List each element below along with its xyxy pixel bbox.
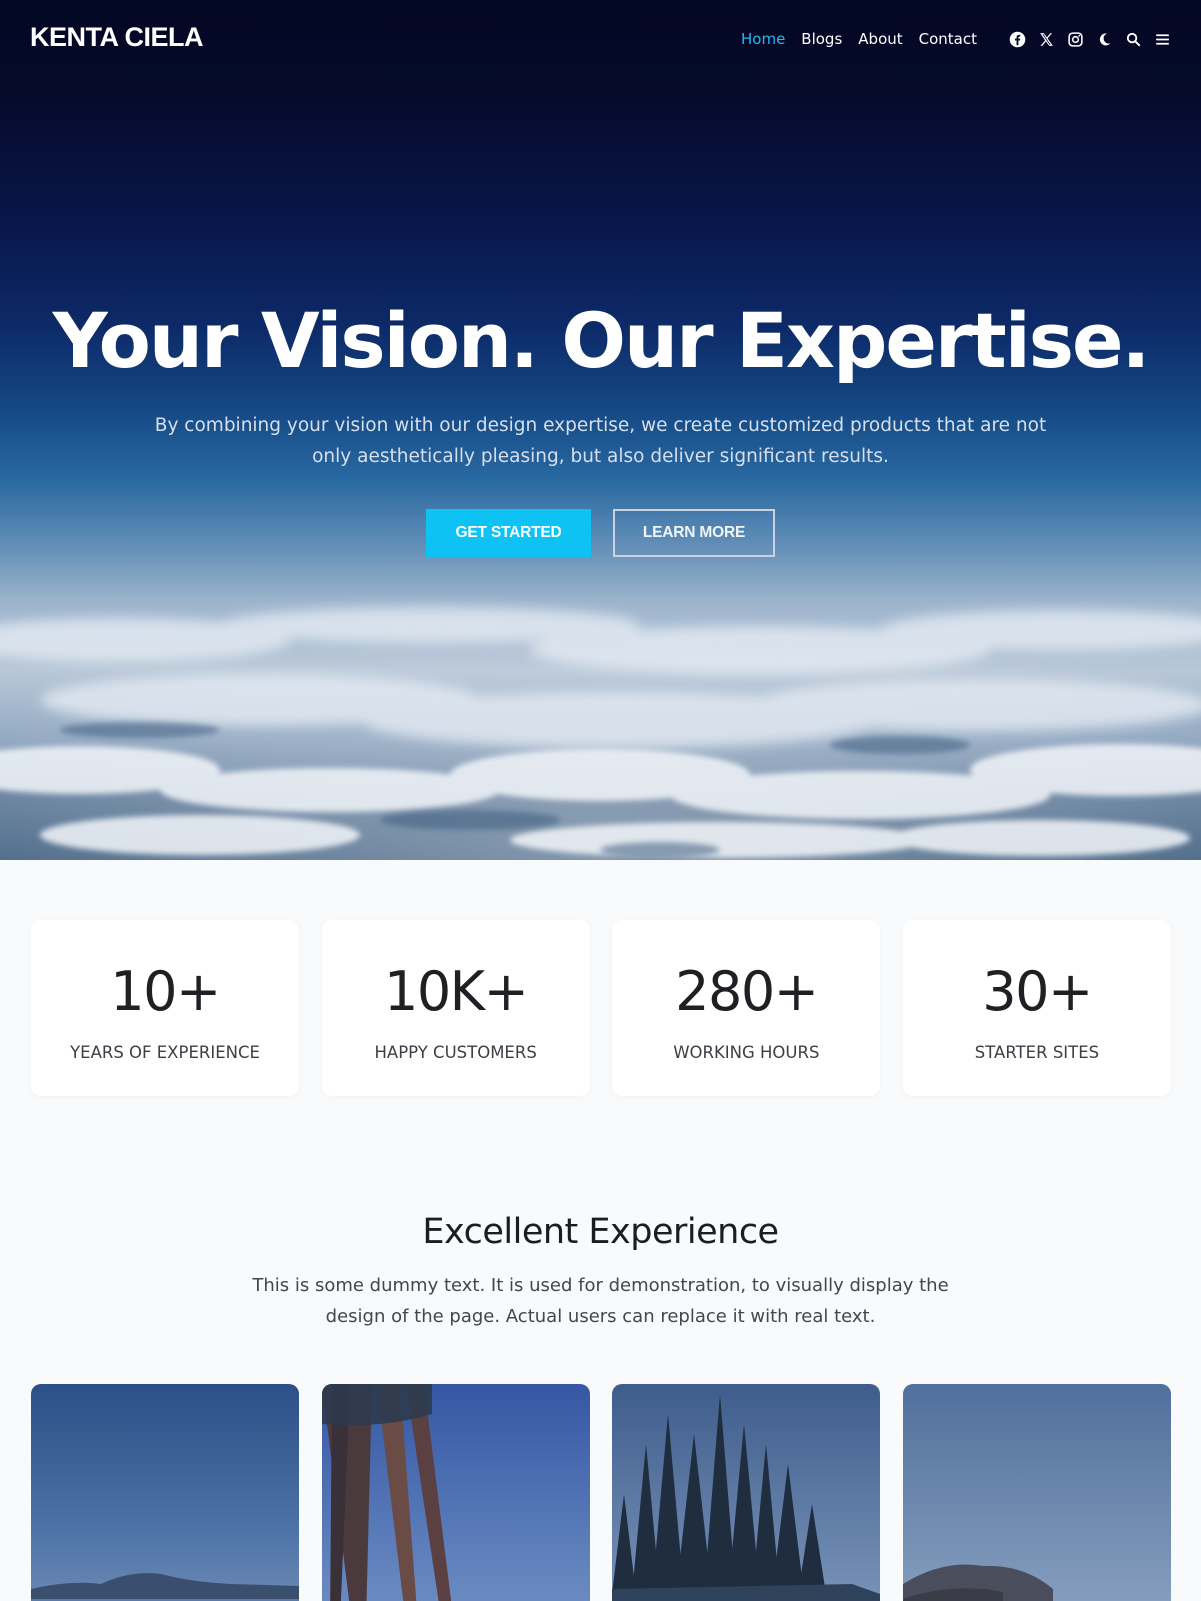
coastal-cliff-image xyxy=(902,1384,1171,1601)
facebook-icon[interactable] xyxy=(1008,30,1026,48)
gallery xyxy=(31,1384,1171,1601)
menu-icon[interactable] xyxy=(1153,30,1171,48)
hero-button-group: GET STARTED LEARN MORE xyxy=(0,509,1201,557)
stat-card-experience: 10+ YEARS OF EXPERIENCE xyxy=(31,920,299,1096)
gallery-card-mountain-lake[interactable] xyxy=(31,1384,299,1601)
gallery-card-pine-trunks[interactable] xyxy=(321,1384,590,1601)
stat-card-customers: 10K+ HAPPY CUSTOMERS xyxy=(321,920,590,1096)
search-icon[interactable] xyxy=(1124,30,1142,48)
stat-label: STARTER SITES xyxy=(974,1043,1100,1062)
section-title: Excellent Experience xyxy=(422,1212,779,1252)
get-started-button[interactable]: GET STARTED xyxy=(426,509,591,557)
instagram-icon[interactable] xyxy=(1066,30,1084,48)
nav-icon-group xyxy=(997,30,1171,48)
stat-label: WORKING HOURS xyxy=(673,1043,820,1062)
main-nav: Home Blogs About Contact xyxy=(741,26,1171,52)
nav-about[interactable]: About xyxy=(858,30,902,48)
hero-subtitle: By combining your vision with our design… xyxy=(154,415,1047,467)
mountain-lake-image xyxy=(31,1384,299,1601)
forest-island-image xyxy=(612,1384,881,1601)
nav-contact[interactable]: Contact xyxy=(919,30,977,48)
nav-home[interactable]: Home xyxy=(741,30,785,48)
section-description: This is some dummy text. It is used for … xyxy=(252,1275,949,1327)
pine-trunks-image xyxy=(321,1384,590,1601)
learn-more-button[interactable]: LEARN MORE xyxy=(613,509,775,557)
stat-card-hours: 280+ WORKING HOURS xyxy=(612,920,881,1096)
stats-section: 10+ YEARS OF EXPERIENCE 10K+ HAPPY CUSTO… xyxy=(31,920,1171,1096)
stat-label: HAPPY CUSTOMERS xyxy=(374,1043,537,1062)
hero-section: KENTA CIELA Home Blogs About Contact You… xyxy=(0,0,1201,860)
stat-value: 280+ xyxy=(675,960,819,1023)
nav-blogs[interactable]: Blogs xyxy=(801,30,842,48)
site-header: KENTA CIELA Home Blogs About Contact xyxy=(0,0,1201,78)
site-logo[interactable]: KENTA CIELA xyxy=(30,22,204,53)
stat-card-starter-sites: 30+ STARTER SITES xyxy=(902,920,1171,1096)
stat-label: YEARS OF EXPERIENCE xyxy=(70,1043,260,1062)
gallery-card-coastal-cliff[interactable] xyxy=(902,1384,1171,1601)
stat-value: 10+ xyxy=(110,960,221,1023)
gallery-card-forest-island[interactable] xyxy=(612,1384,881,1601)
stat-value: 30+ xyxy=(982,960,1093,1023)
stat-value: 10K+ xyxy=(383,960,529,1023)
x-twitter-icon[interactable] xyxy=(1037,30,1055,48)
hero-title: Your Vision. Our Expertise. xyxy=(52,296,1151,385)
moon-icon[interactable] xyxy=(1095,30,1113,48)
